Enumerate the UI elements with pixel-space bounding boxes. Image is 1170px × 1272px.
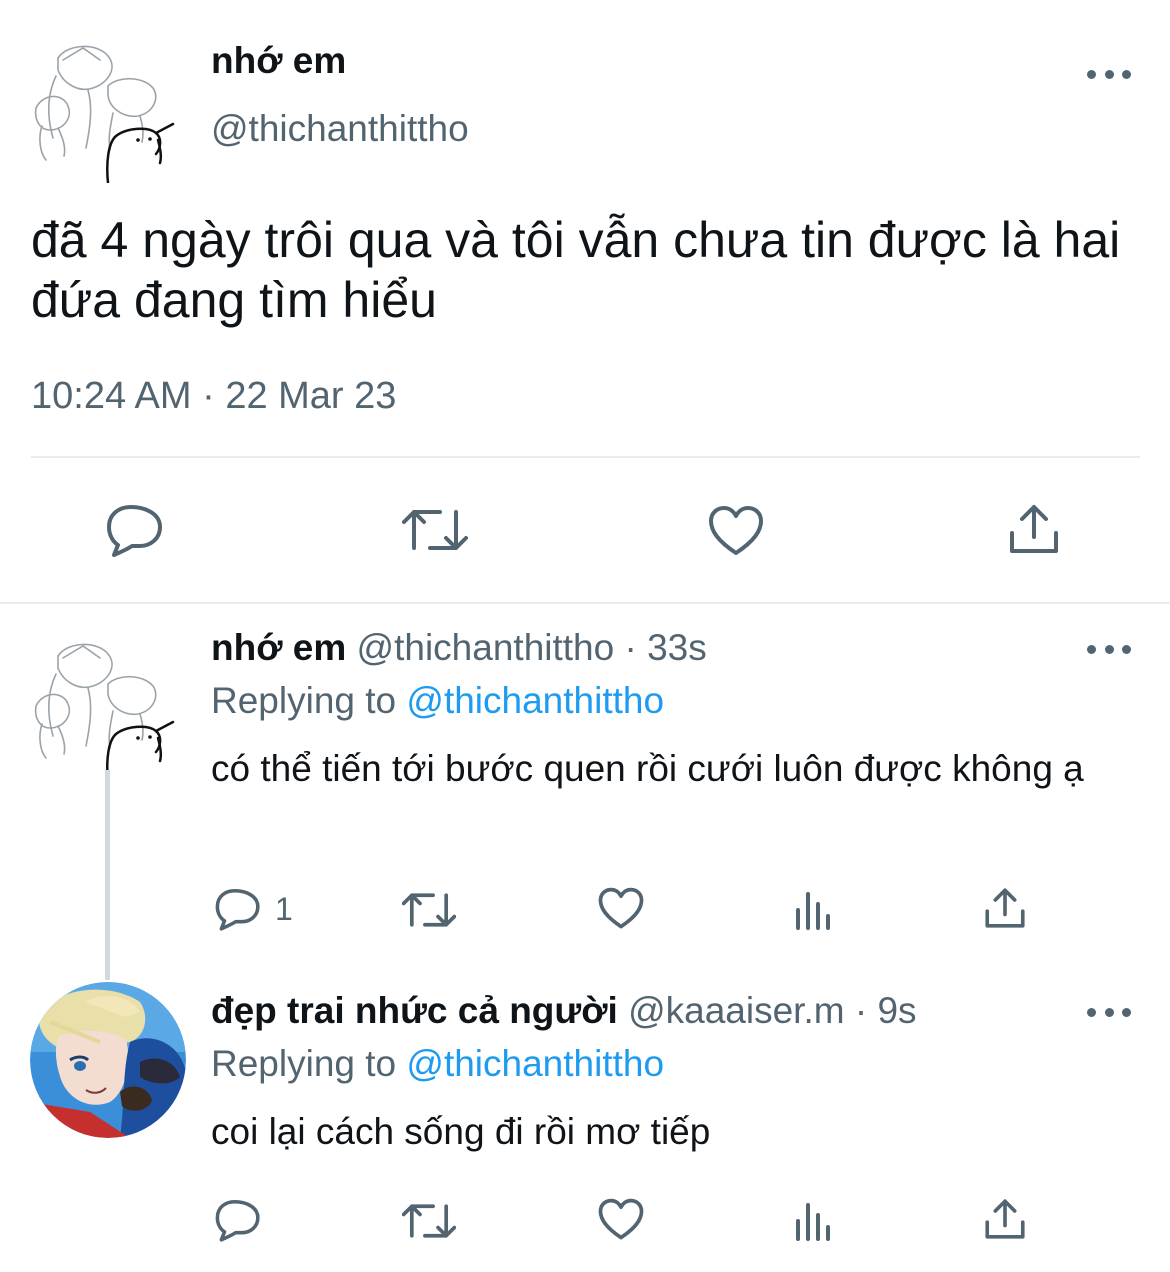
reply-time: · 9s	[854, 990, 917, 1031]
main-share-button[interactable]	[1008, 503, 1060, 555]
main-reply-button[interactable]	[106, 503, 164, 557]
section-divider	[0, 602, 1170, 604]
anime-character-avatar-icon	[30, 982, 186, 1138]
reply-views-button[interactable]	[794, 1201, 832, 1241]
reply-retweet-button[interactable]	[402, 890, 456, 930]
share-icon	[1010, 505, 1058, 553]
share-icon	[985, 888, 1025, 928]
reply-count: 1	[275, 890, 293, 927]
replying-to: Replying to @thichanthittho	[211, 1043, 664, 1085]
reply-more-options-icon[interactable]	[1087, 639, 1131, 659]
like-icon	[598, 887, 644, 929]
reply-views-button[interactable]	[794, 890, 832, 930]
views-chart-icon	[796, 892, 830, 930]
reply-icon	[215, 1199, 260, 1242]
retweet-icon	[402, 510, 468, 550]
views-chart-icon	[796, 1203, 830, 1241]
reply-time: · 33s	[624, 627, 707, 668]
reply-like-button[interactable]	[598, 1198, 644, 1241]
retweet-icon	[402, 893, 456, 927]
reply-more-options-icon[interactable]	[1087, 1002, 1131, 1022]
main-tweet-text: đã 4 ngày trôi qua và tôi vẫn chưa tin đ…	[31, 212, 1121, 328]
replying-to-handle-link[interactable]: @thichanthittho	[406, 680, 664, 721]
main-more-options-icon[interactable]	[1087, 64, 1131, 84]
reply-handle[interactable]: @thichanthittho	[357, 627, 615, 668]
reply-avatar[interactable]	[28, 636, 178, 783]
reply-text: có thể tiến tới bước quen rồi cưới luôn …	[211, 748, 1084, 789]
reply-retweet-button[interactable]	[402, 1201, 456, 1241]
share-icon	[985, 1199, 1025, 1239]
reply-icon	[107, 505, 162, 557]
main-like-button[interactable]	[708, 505, 764, 557]
divider	[31, 456, 1140, 458]
like-icon	[709, 506, 763, 555]
reply-share-button[interactable]	[984, 1198, 1026, 1240]
sketch-cats-avatar-icon	[34, 643, 175, 783]
reply-reply-button[interactable]	[215, 1198, 261, 1242]
replying-to-label: Replying to	[211, 680, 397, 721]
retweet-icon	[402, 1204, 456, 1238]
main-handle[interactable]: @thichanthittho	[211, 108, 469, 150]
replying-to: Replying to @thichanthittho	[211, 680, 664, 722]
like-icon	[598, 1198, 644, 1240]
reply-header[interactable]: nhớ em @thichanthittho · 33s	[211, 627, 707, 669]
main-avatar[interactable]	[28, 38, 178, 185]
reply-avatar[interactable]	[30, 982, 186, 1138]
reply-header[interactable]: đẹp trai nhức cả người @kaaaiser.m · 9s	[211, 990, 917, 1032]
reply-share-button[interactable]	[984, 887, 1026, 929]
main-tweet-timestamp[interactable]: 10:24 AM · 22 Mar 23	[31, 375, 396, 418]
main-display-name[interactable]: nhớ em	[211, 40, 346, 82]
reply-like-button[interactable]	[598, 887, 644, 930]
reply-handle[interactable]: @kaaaiser.m	[628, 990, 844, 1031]
reply-display-name[interactable]: nhớ em	[211, 627, 346, 668]
replying-to-handle-link[interactable]: @thichanthittho	[406, 1043, 664, 1084]
thread-connector-line	[105, 770, 110, 980]
reply-reply-button[interactable]: 1	[215, 887, 293, 931]
replying-to-label: Replying to	[211, 1043, 397, 1084]
reply-display-name[interactable]: đẹp trai nhức cả người	[211, 990, 618, 1031]
main-retweet-button[interactable]	[402, 506, 468, 554]
sketch-cats-avatar-icon	[34, 45, 175, 185]
reply-text: coi lại cách sống đi rồi mơ tiếp	[211, 1111, 711, 1152]
reply-icon	[215, 888, 260, 931]
